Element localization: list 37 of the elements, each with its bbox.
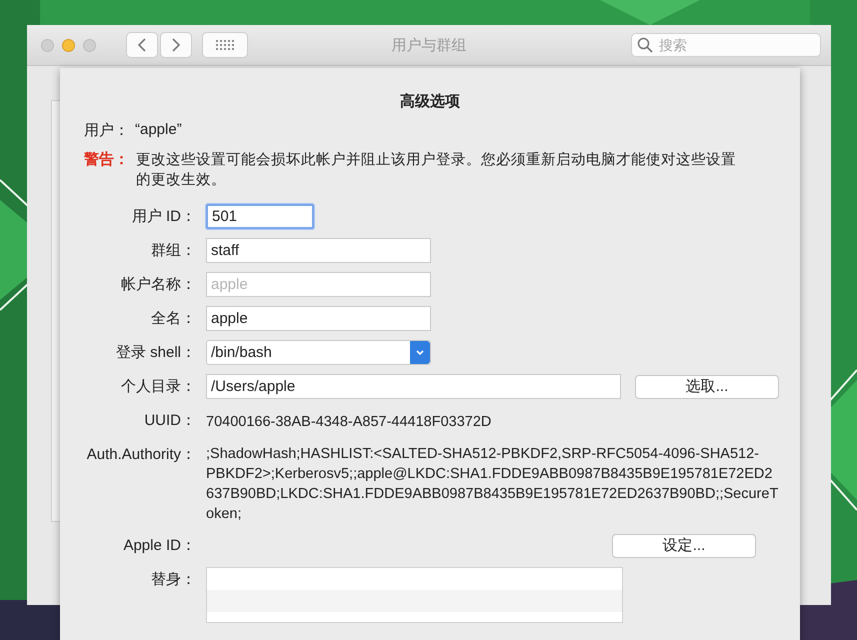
- user-name: “apple”: [135, 121, 182, 140]
- shell-dropdown[interactable]: /bin/bash: [206, 340, 431, 365]
- chevron-right-icon: [171, 37, 181, 53]
- field-label: 替身：: [150, 570, 196, 590]
- input-field[interactable]: 501: [206, 204, 314, 229]
- chevron-down-icon: [415, 348, 425, 356]
- field-label: Auth.Authority：: [86, 445, 196, 465]
- input-field[interactable]: staff: [206, 238, 431, 263]
- close-button[interactable]: [41, 38, 54, 52]
- field-label: UUID：: [143, 411, 196, 431]
- sheet-title: 高级选项: [399, 92, 461, 111]
- search-field[interactable]: 搜索: [631, 33, 821, 57]
- window-title: 用户与群组: [390, 36, 468, 55]
- zoom-button[interactable]: [83, 38, 96, 52]
- warning-text: 更改这些设置可能会损坏此帐户并阻止该用户登录。您必须重新启动电脑才能使对这些设置的更改生效。: [136, 150, 737, 190]
- field-label: 帐户名称：: [120, 275, 196, 295]
- chevron-left-icon: [137, 37, 147, 53]
- field-label: Apple ID：: [122, 536, 196, 556]
- back-button[interactable]: [126, 32, 158, 58]
- input-field[interactable]: apple: [206, 306, 431, 331]
- push-button[interactable]: 设定...: [612, 534, 756, 558]
- user-label: 用户：: [84, 121, 129, 140]
- forward-button[interactable]: [160, 32, 192, 58]
- field-label: 全名：: [150, 309, 196, 329]
- show-all-button[interactable]: [202, 32, 248, 58]
- field-label: 登录 shell：: [114, 343, 196, 363]
- field-label: 群组：: [150, 241, 196, 261]
- field-label: 用户 ID：: [130, 207, 196, 227]
- input-field[interactable]: /Users/apple: [206, 374, 621, 399]
- field-label: 个人目录：: [120, 377, 196, 397]
- field-value: ;ShadowHash;HASHLIST:<SALTED-SHA512-PBKDF2,SRP-RFC5054-4096-SHA512-PBKDF2>;Kerberosv5;;apple@LKDC:SHA1.FDDE9ABB0987B8435B9E195781E72ED2637B90BD;LKDC:SHA1.FDDE9ABB0987B8435B9E195781E72ED2637B90BD;;SecureToken;: [206, 445, 780, 524]
- grid-icon: [215, 39, 235, 51]
- field-value: 70400166-38AB-4348-A857-44418F03372D: [206, 412, 492, 432]
- minimize-button[interactable]: [62, 38, 75, 52]
- warning-label: 警告：: [84, 150, 130, 170]
- push-button[interactable]: 选取...: [635, 374, 779, 398]
- alias-list[interactable]: [206, 567, 623, 623]
